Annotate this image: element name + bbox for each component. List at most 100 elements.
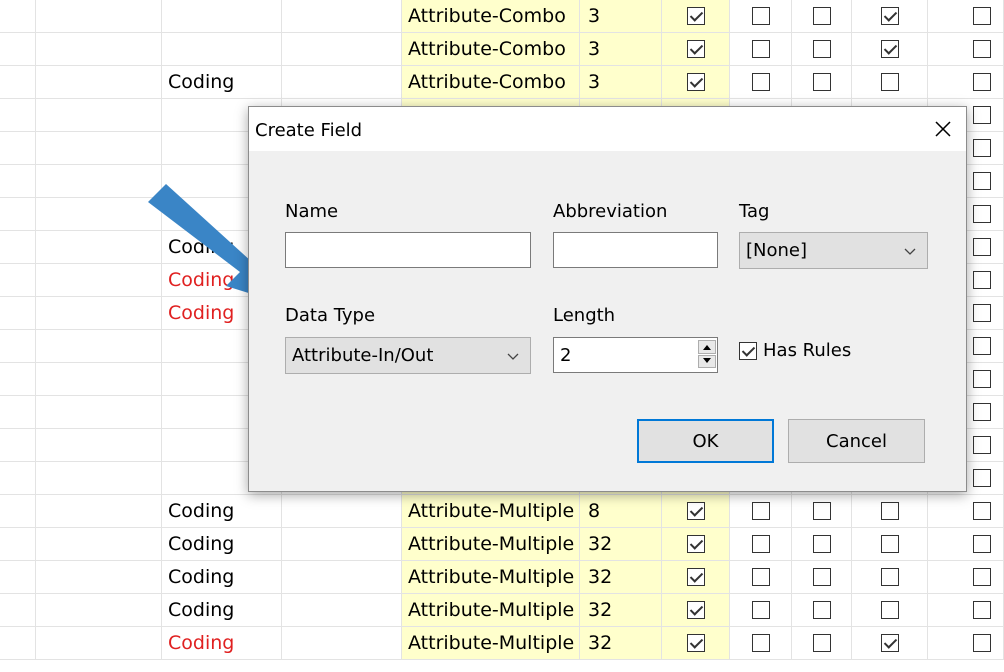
row-checkbox[interactable] <box>973 502 991 520</box>
table-cell <box>36 330 162 363</box>
row-checkbox[interactable] <box>812 601 831 619</box>
cancel-button[interactable]: Cancel <box>788 419 925 463</box>
table-cell <box>36 462 162 495</box>
checkbox-cell <box>662 528 730 561</box>
row-checkbox[interactable] <box>751 634 770 652</box>
table-cell <box>282 66 402 99</box>
length-text: 32 <box>588 566 613 588</box>
table-cell <box>282 33 402 66</box>
row-checkbox[interactable] <box>751 40 770 58</box>
row-checkbox[interactable] <box>812 40 831 58</box>
table-row[interactable]: Coding Attribute-Multiple 32 <box>0 561 1004 594</box>
row-checkbox[interactable] <box>880 40 899 58</box>
close-button[interactable] <box>920 107 966 151</box>
table-row[interactable]: Coding Attribute-Combo 3 <box>0 66 1004 99</box>
length-cell: 32 <box>580 594 662 627</box>
row-checkbox[interactable] <box>973 205 991 223</box>
category-text: Coding <box>168 71 235 93</box>
table-cell <box>0 330 36 363</box>
row-checkbox[interactable] <box>973 436 991 454</box>
row-checkbox[interactable] <box>880 601 899 619</box>
category-cell: Coding <box>162 627 282 660</box>
row-checkbox[interactable] <box>686 73 705 91</box>
table-row[interactable]: Coding Attribute-Multiple 32 <box>0 627 1004 660</box>
row-checkbox[interactable] <box>880 7 899 25</box>
table-cell <box>0 99 36 132</box>
row-checkbox[interactable] <box>973 7 991 25</box>
row-checkbox[interactable] <box>751 535 770 553</box>
checkbox-cell <box>792 627 852 660</box>
row-checkbox[interactable] <box>973 73 991 91</box>
row-checkbox[interactable] <box>973 568 991 586</box>
row-checkbox[interactable] <box>686 40 705 58</box>
abbreviation-input[interactable] <box>553 232 718 268</box>
row-checkbox[interactable] <box>812 502 831 520</box>
name-input[interactable] <box>285 232 531 268</box>
table-row[interactable]: Attribute-Combo 3 <box>0 0 1004 33</box>
row-checkbox[interactable] <box>686 7 705 25</box>
row-checkbox[interactable] <box>973 535 991 553</box>
row-checkbox[interactable] <box>812 535 831 553</box>
row-checkbox[interactable] <box>812 568 831 586</box>
row-checkbox[interactable] <box>973 106 991 124</box>
row-checkbox[interactable] <box>880 73 899 91</box>
checkbox-cell <box>730 627 792 660</box>
row-checkbox[interactable] <box>751 601 770 619</box>
checkbox-cell <box>730 66 792 99</box>
data-type-text: Attribute-Multiple <box>408 599 575 621</box>
row-checkbox[interactable] <box>973 172 991 190</box>
data-type-text: Attribute-Multiple <box>408 500 575 522</box>
row-checkbox[interactable] <box>880 502 899 520</box>
row-checkbox[interactable] <box>686 535 705 553</box>
checkbox-cell <box>792 528 852 561</box>
row-checkbox[interactable] <box>973 139 991 157</box>
row-checkbox[interactable] <box>973 304 991 322</box>
length-input[interactable] <box>553 337 718 373</box>
checkbox-cell <box>662 561 730 594</box>
row-checkbox[interactable] <box>751 568 770 586</box>
has-rules-option[interactable]: Has Rules <box>739 340 851 361</box>
row-checkbox[interactable] <box>751 73 770 91</box>
table-row[interactable]: Coding Attribute-Multiple 8 <box>0 495 1004 528</box>
tag-select-value: [None] <box>746 240 808 261</box>
row-checkbox[interactable] <box>751 7 770 25</box>
data-type-cell: Attribute-Multiple <box>402 594 580 627</box>
row-checkbox[interactable] <box>973 337 991 355</box>
row-checkbox[interactable] <box>686 601 705 619</box>
row-checkbox[interactable] <box>880 634 899 652</box>
ok-button[interactable]: OK <box>637 419 774 463</box>
data-type-cell: Attribute-Combo <box>402 33 580 66</box>
table-cell <box>36 429 162 462</box>
data-type-select[interactable]: Attribute-In/Out <box>285 337 531 374</box>
data-type-cell: Attribute-Multiple <box>402 561 580 594</box>
row-checkbox[interactable] <box>880 535 899 553</box>
length-text: 32 <box>588 632 613 654</box>
row-checkbox[interactable] <box>880 568 899 586</box>
table-row[interactable]: Attribute-Combo 3 <box>0 33 1004 66</box>
row-checkbox[interactable] <box>973 271 991 289</box>
has-rules-checkbox[interactable] <box>739 341 757 360</box>
row-checkbox[interactable] <box>812 7 831 25</box>
row-checkbox[interactable] <box>973 601 991 619</box>
row-checkbox[interactable] <box>973 634 991 652</box>
row-checkbox[interactable] <box>812 634 831 652</box>
tag-select[interactable]: [None] <box>739 232 928 269</box>
row-checkbox[interactable] <box>973 403 991 421</box>
row-checkbox[interactable] <box>973 370 991 388</box>
row-checkbox[interactable] <box>973 40 991 58</box>
row-checkbox[interactable] <box>686 568 705 586</box>
table-row[interactable]: Coding Attribute-Multiple 32 <box>0 528 1004 561</box>
table-row[interactable]: Coding Attribute-Multiple 32 <box>0 594 1004 627</box>
row-checkbox[interactable] <box>973 469 991 487</box>
checkbox-cell <box>730 33 792 66</box>
row-checkbox[interactable] <box>686 634 705 652</box>
row-checkbox[interactable] <box>812 73 831 91</box>
checkbox-cell <box>662 594 730 627</box>
spin-down-button[interactable] <box>698 354 716 368</box>
row-checkbox[interactable] <box>686 502 705 520</box>
row-checkbox[interactable] <box>751 502 770 520</box>
row-checkbox[interactable] <box>973 238 991 256</box>
spin-up-button[interactable] <box>698 340 716 354</box>
data-type-label: Data Type <box>285 305 376 326</box>
close-icon <box>935 121 951 137</box>
